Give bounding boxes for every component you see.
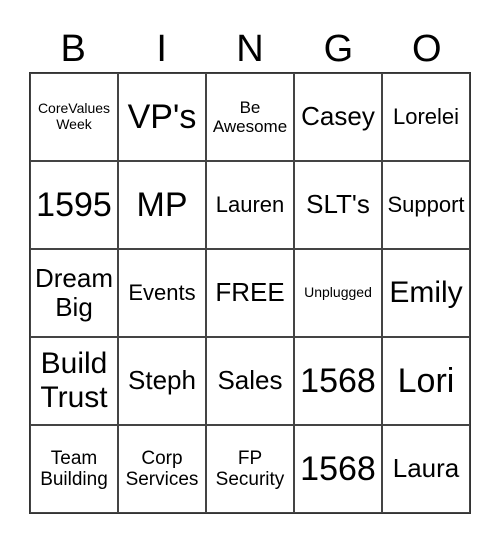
bingo-cell[interactable]: Lori: [382, 337, 470, 425]
bingo-cell[interactable]: Steph: [118, 337, 206, 425]
cell-label: Lori: [397, 361, 455, 400]
bingo-cell[interactable]: 1568: [294, 337, 382, 425]
bingo-cell[interactable]: FP Security: [206, 425, 294, 513]
cell-label: 1568: [300, 361, 376, 400]
bingo-cell[interactable]: Team Building: [30, 425, 118, 513]
cell-label: FREE: [215, 277, 285, 308]
bingo-cell[interactable]: 1595: [30, 161, 118, 249]
bingo-cell[interactable]: Support: [382, 161, 470, 249]
bingo-cell[interactable]: Lauren: [206, 161, 294, 249]
cell-label: SLT's: [306, 189, 370, 220]
bingo-cell[interactable]: Casey: [294, 73, 382, 161]
bingo-cell[interactable]: Corp Services: [118, 425, 206, 513]
cell-label: Events: [128, 279, 196, 305]
cell-label: Team Building: [40, 447, 108, 490]
bingo-cell[interactable]: FREE: [206, 249, 294, 337]
cell-label: Dream Big: [34, 262, 113, 322]
cell-label: Corp Services: [125, 447, 199, 490]
cell-label: MP: [136, 185, 188, 224]
cell-label: Unplugged: [304, 284, 372, 301]
cell-label: Be Awesome: [212, 97, 288, 136]
cell-label: VP's: [127, 97, 197, 136]
bingo-header: B I N G O: [29, 26, 471, 72]
bingo-grid: CoreValues Week VP's Be Awesome Casey Lorelei 1…: [29, 72, 471, 514]
bingo-cell[interactable]: VP's: [118, 73, 206, 161]
bingo-cell[interactable]: Build Trust: [30, 337, 118, 425]
cell-label: Emily: [389, 276, 463, 310]
header-letter-b: B: [60, 28, 86, 70]
cell-label: Lauren: [215, 191, 285, 217]
cell-label: Steph: [128, 365, 196, 396]
bingo-cell[interactable]: Lorelei: [382, 73, 470, 161]
cell-label: Support: [387, 191, 465, 217]
bingo-cell[interactable]: Unplugged: [294, 249, 382, 337]
cell-label: Lorelei: [392, 103, 460, 129]
cell-label: Sales: [217, 365, 283, 396]
cell-label: Build Trust: [40, 347, 108, 414]
bingo-cell[interactable]: Be Awesome: [206, 73, 294, 161]
header-letter-o: O: [412, 28, 442, 70]
header-letter-n: N: [236, 28, 264, 70]
cell-label: 1595: [36, 185, 112, 224]
bingo-cell[interactable]: CoreValues Week: [30, 73, 118, 161]
cell-label: FP Security: [215, 447, 285, 490]
bingo-cell[interactable]: SLT's: [294, 161, 382, 249]
header-letter-g: G: [323, 28, 354, 70]
cell-label: Laura: [392, 453, 460, 484]
bingo-cell[interactable]: Sales: [206, 337, 294, 425]
cell-label: Casey: [301, 101, 375, 132]
cell-label: 1568: [300, 449, 376, 488]
bingo-cell[interactable]: 1568: [294, 425, 382, 513]
header-letter-i: I: [156, 28, 167, 70]
bingo-cell[interactable]: MP: [118, 161, 206, 249]
bingo-cell[interactable]: Emily: [382, 249, 470, 337]
bingo-cell[interactable]: Events: [118, 249, 206, 337]
bingo-cell[interactable]: Laura: [382, 425, 470, 513]
bingo-cell[interactable]: Dream Big: [30, 249, 118, 337]
cell-label: CoreValues Week: [37, 100, 111, 132]
